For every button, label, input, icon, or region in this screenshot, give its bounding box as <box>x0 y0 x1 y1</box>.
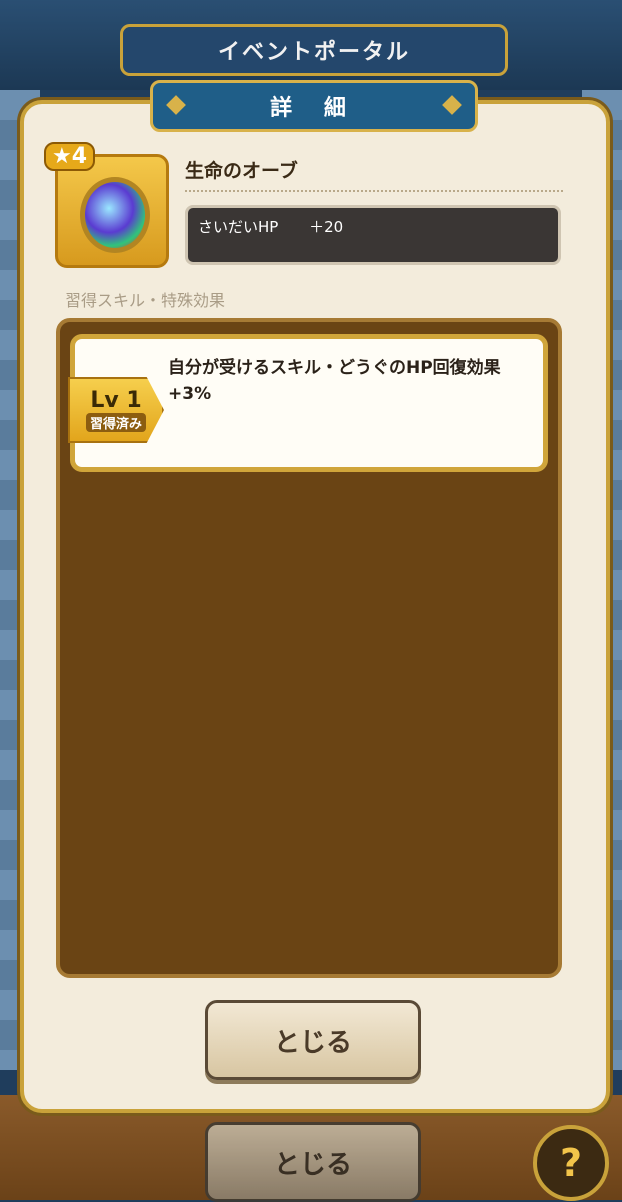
fleur-icon <box>442 95 462 115</box>
skill-level-badge: Lv 1 習得済み <box>68 377 164 443</box>
item-name: 生命のオーブ <box>185 160 298 182</box>
rarity-value: 4 <box>71 144 88 169</box>
stat-label: さいだいHP <box>198 218 279 236</box>
stat-box: さいだいHP ＋20 <box>185 205 561 265</box>
dialog-header: 詳 細 <box>150 80 478 132</box>
divider <box>185 190 563 192</box>
skill-status: 習得済み <box>85 412 146 432</box>
fleur-icon <box>166 95 186 115</box>
close-button[interactable]: とじる <box>205 1000 421 1080</box>
dialog-title: 詳 細 <box>270 96 358 121</box>
app-title: イベントポータル <box>120 24 508 76</box>
background-close-button[interactable]: とじる <box>205 1122 421 1202</box>
stat-value: ＋20 <box>309 218 344 236</box>
skill-level: Lv 1 <box>90 387 142 413</box>
item-icon-frame <box>55 154 169 268</box>
section-title: 習得スキル・特殊効果 <box>65 291 226 310</box>
orb-icon <box>80 177 150 253</box>
skill-description: 自分が受けるスキル・どうぐのHP回復効果 +3% <box>168 358 501 404</box>
help-button[interactable]: ? <box>533 1125 609 1201</box>
rarity-badge: ★4 <box>44 142 96 171</box>
